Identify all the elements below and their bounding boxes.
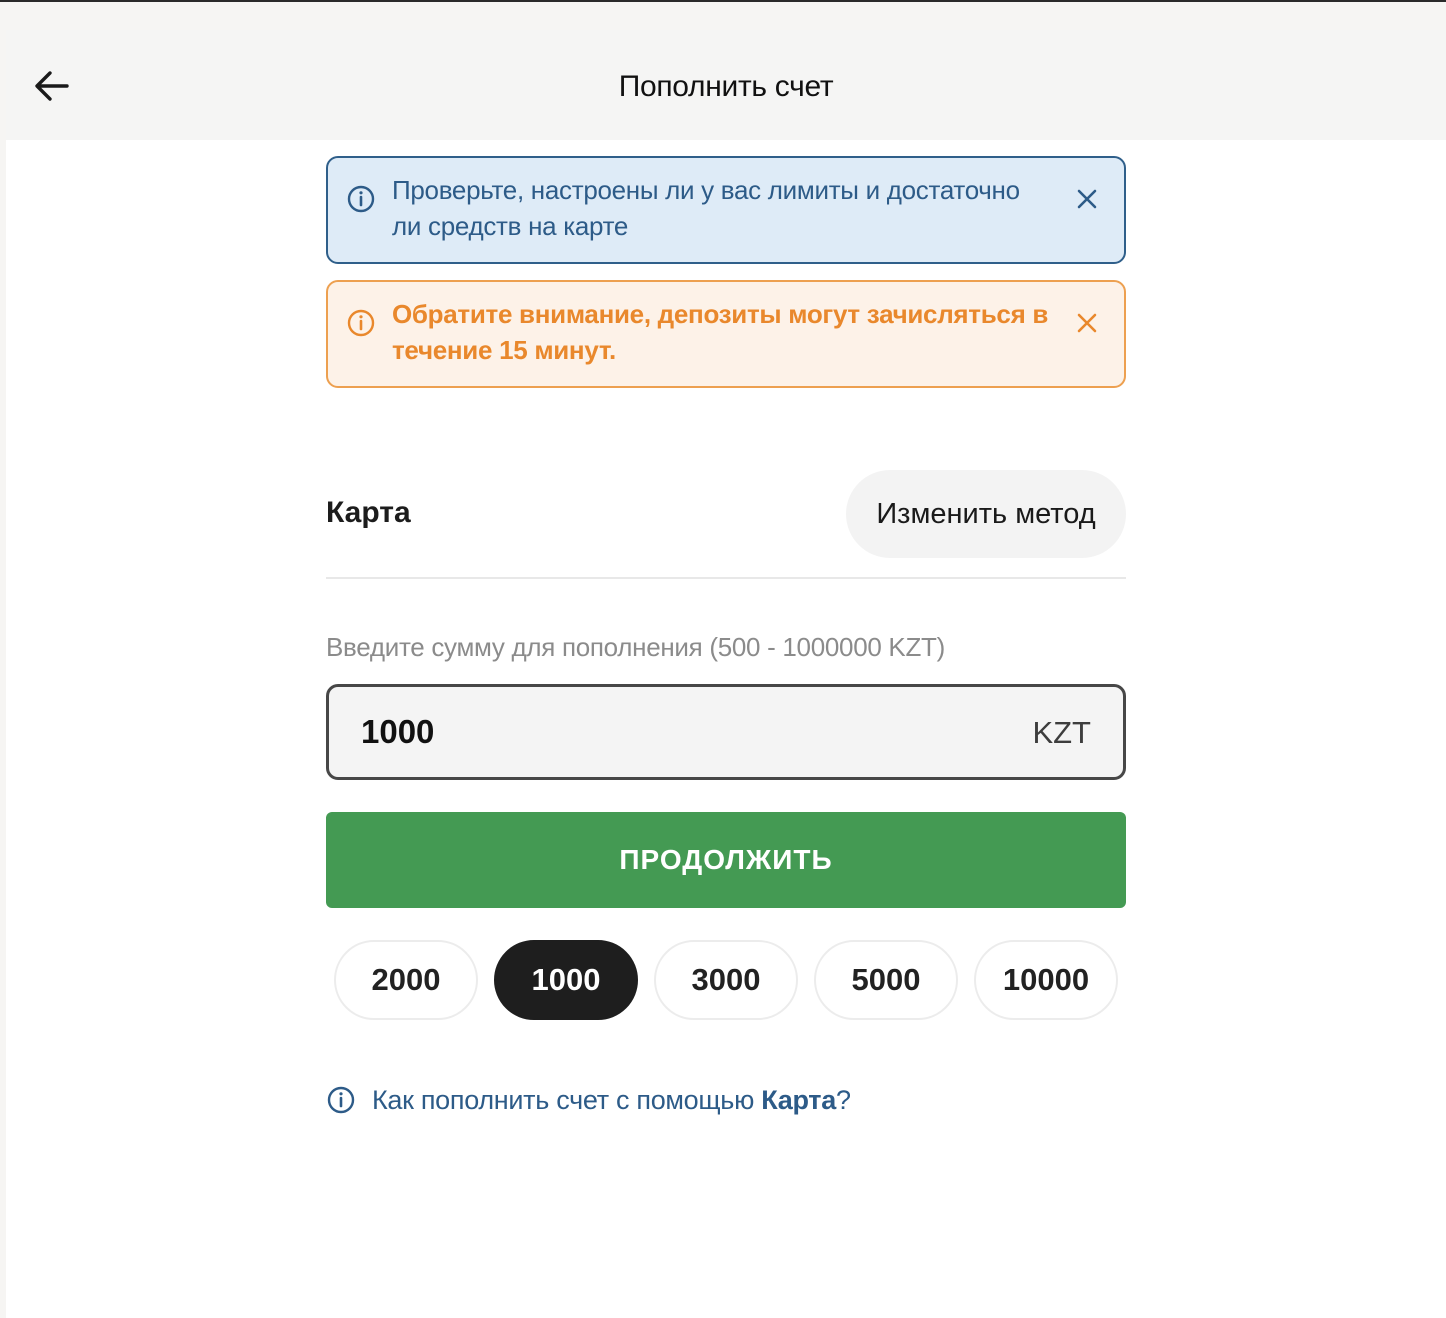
preset-amount-chip-selected[interactable]: 1000: [494, 940, 638, 1020]
alert-deposit-delay-text: Обратите внимание, депозиты могут зачисл…: [392, 299, 1049, 365]
divider: [326, 577, 1126, 579]
close-icon: [1077, 189, 1097, 209]
alert-limits-text: Проверьте, настроены ли у вас лимиты и д…: [392, 175, 1020, 241]
help-link-text: Как пополнить счет с помощью Карта?: [372, 1085, 851, 1116]
help-link-method: Карта: [761, 1084, 836, 1115]
payment-method-name: Карта: [326, 496, 411, 529]
help-link-suffix: ?: [835, 1084, 851, 1115]
payment-method-row: Карта Изменить метод: [326, 470, 1126, 558]
preset-amount-chip[interactable]: 10000: [974, 940, 1118, 1020]
deposit-page: Пополнить счет Проверьте, настроены ли у…: [6, 30, 1446, 1318]
alert-limits-info: Проверьте, настроены ли у вас лимиты и д…: [326, 156, 1126, 264]
preset-amount-chip[interactable]: 3000: [654, 940, 798, 1020]
alert-deposit-delay-warning: Обратите внимание, депозиты могут зачисл…: [326, 280, 1126, 388]
amount-input[interactable]: [361, 705, 961, 759]
page-header: Пополнить счет: [6, 30, 1446, 140]
currency-label: KZT: [1032, 715, 1091, 750]
page-title: Пополнить счет: [618, 70, 834, 103]
close-icon: [1077, 313, 1097, 333]
info-icon: [327, 1086, 355, 1114]
help-link-prefix: Как пополнить счет с помощью: [372, 1084, 762, 1115]
amount-label: Введите сумму для пополнения (500 - 1000…: [326, 632, 945, 662]
change-method-button[interactable]: Изменить метод: [846, 470, 1126, 558]
help-link[interactable]: Как пополнить счет с помощью Карта?: [326, 1080, 851, 1120]
window-top-edge: [0, 0, 1446, 2]
amount-field: KZT: [326, 684, 1126, 780]
alert-deposit-delay-close-button[interactable]: [1072, 308, 1102, 338]
preset-amount-chip[interactable]: 2000: [334, 940, 478, 1020]
info-icon: [347, 185, 375, 213]
preset-amounts: 2000 1000 3000 5000 10000: [334, 940, 1126, 1020]
info-icon: [347, 309, 375, 337]
alert-limits-close-button[interactable]: [1072, 184, 1102, 214]
preset-amount-chip[interactable]: 5000: [814, 940, 958, 1020]
continue-button[interactable]: ПРОДОЛЖИТЬ: [326, 812, 1126, 908]
